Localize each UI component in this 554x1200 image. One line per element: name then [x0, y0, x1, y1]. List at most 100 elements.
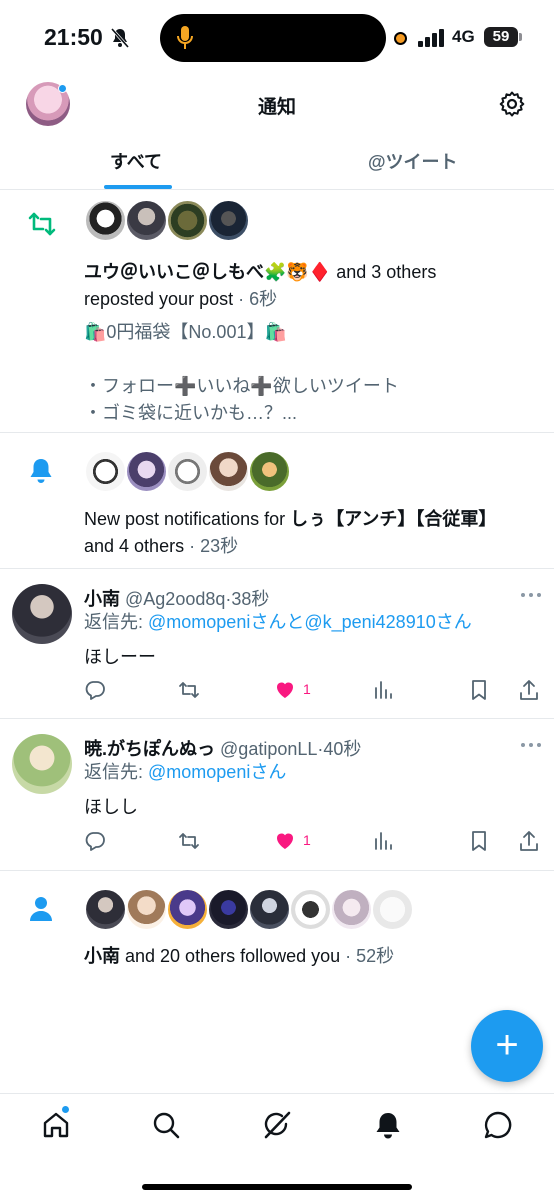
- handle[interactable]: @Ag2ood8q: [125, 589, 225, 609]
- avatar[interactable]: [84, 888, 127, 931]
- avatar[interactable]: [125, 450, 168, 493]
- avatar[interactable]: [12, 584, 72, 644]
- mention-link[interactable]: @k_peni428910: [304, 612, 435, 632]
- tweet-actions: 1: [84, 830, 544, 854]
- tweet[interactable]: 小南 @Ag2ood8q·38秒 返信先: @momopeniさんと@k_pen…: [0, 569, 554, 719]
- page-title: 通知: [257, 97, 296, 118]
- reply-label: 返信先:: [84, 612, 149, 632]
- tweet-header: 小南 @Ag2ood8q·38秒: [84, 589, 270, 609]
- retweet-icon[interactable]: [178, 830, 200, 852]
- mention-link[interactable]: @momopeni: [148, 612, 250, 632]
- grok-icon[interactable]: [262, 1110, 292, 1140]
- like-count: 1: [303, 832, 311, 848]
- reply-suffix: さん: [250, 762, 287, 782]
- avatar[interactable]: [207, 888, 250, 931]
- like-count: 1: [303, 681, 311, 697]
- search-icon[interactable]: [151, 1110, 181, 1140]
- avatar[interactable]: [166, 199, 209, 242]
- bell-off-icon: [110, 28, 130, 48]
- reply-icon[interactable]: [84, 830, 106, 852]
- tab-all[interactable]: すべて: [110, 148, 162, 174]
- compose-button[interactable]: +: [471, 1010, 543, 1082]
- reply-connector: さんと: [250, 612, 305, 632]
- avatar[interactable]: [289, 888, 332, 931]
- mention-link[interactable]: @momopeni: [148, 762, 250, 782]
- avatar[interactable]: [84, 199, 127, 242]
- mic-icon: [177, 26, 193, 49]
- home-indicator: [142, 1184, 412, 1190]
- tweet[interactable]: 暁.がちぽんぬっ @gatiponLL·40秒 返信先: @momopeniさん…: [0, 719, 554, 871]
- home-icon[interactable]: [41, 1110, 71, 1140]
- avatar-notification-dot: [58, 84, 67, 93]
- notification-new-post[interactable]: New post notifications for しぅ【アンチ】【合従軍】 …: [0, 433, 554, 569]
- network-type: 4G: [452, 27, 475, 46]
- post-line: ・フォロー➕いいね➕欲しいツイート: [84, 376, 399, 396]
- reply-context: 返信先: @momopeniさん: [84, 759, 286, 786]
- avatar[interactable]: [84, 450, 127, 493]
- timestamp: 40秒: [323, 739, 362, 759]
- notification-follow[interactable]: 小南 and 20 others followed you · 52秒: [0, 871, 554, 981]
- notification-text: ユウ＠いいこ＠しもべ🧩🐯♦️ and 3 others reposted you…: [84, 262, 437, 309]
- bookmark-icon[interactable]: [468, 830, 490, 852]
- follow-text: and 20 others followed you: [120, 946, 341, 966]
- avatar[interactable]: [125, 888, 168, 931]
- timestamp: 23秒: [200, 536, 239, 556]
- header: 通知: [0, 76, 554, 136]
- avatar-group: [84, 450, 291, 493]
- share-icon[interactable]: [518, 830, 540, 852]
- notifications-icon[interactable]: [373, 1110, 403, 1140]
- avatar[interactable]: [371, 888, 414, 931]
- reply-icon[interactable]: [84, 679, 106, 701]
- notification-prefix: New post notifications for: [84, 509, 291, 529]
- tab-mentions[interactable]: @ツイート: [368, 148, 458, 174]
- handle[interactable]: @gatiponLL: [220, 739, 317, 759]
- reply-suffix: さん: [435, 612, 472, 632]
- reply-context: 返信先: @momopeniさんと@k_peni428910さん: [84, 609, 472, 636]
- recording-indicator: [394, 32, 407, 45]
- avatar[interactable]: [12, 734, 72, 794]
- actor-names[interactable]: しぅ【アンチ】【合従軍】: [290, 509, 496, 529]
- tweet-actions: 1: [84, 679, 544, 703]
- action-text: reposted your post: [84, 289, 234, 309]
- tab-bar: すべて @ツイート: [0, 140, 554, 190]
- avatar-group: [84, 888, 414, 931]
- display-name[interactable]: 暁.がちぽんぬっ: [84, 739, 215, 759]
- bookmark-icon[interactable]: [468, 679, 490, 701]
- gear-icon[interactable]: [498, 90, 526, 118]
- avatar[interactable]: [166, 450, 209, 493]
- views-icon[interactable]: [372, 830, 394, 852]
- actor-names[interactable]: 小南: [84, 946, 120, 966]
- timestamp: 38秒: [231, 589, 270, 609]
- more-icon[interactable]: [520, 741, 542, 749]
- avatar[interactable]: [207, 450, 250, 493]
- tweet-header: 暁.がちぽんぬっ @gatiponLL·40秒: [84, 739, 362, 759]
- retweet-icon[interactable]: [178, 679, 200, 701]
- quoted-post[interactable]: 🛍️0円福袋【No.001】🛍️ ・フォロー➕いいね➕欲しいツイート ・ゴミ袋に…: [84, 319, 524, 427]
- person-icon: [30, 897, 52, 921]
- tweet-body: ほしーー: [84, 647, 156, 667]
- heart-icon[interactable]: [274, 830, 296, 852]
- notification-repost[interactable]: ユウ＠いいこ＠しもべ🧩🐯♦️ and 3 others reposted you…: [0, 191, 554, 433]
- avatar[interactable]: [248, 888, 291, 931]
- post-line: ・ゴミ袋に近いかも…？...: [84, 403, 298, 423]
- more-icon[interactable]: [520, 591, 542, 599]
- bell-icon: [30, 459, 52, 483]
- views-icon[interactable]: [372, 679, 394, 701]
- status-bar: 21:50 4G 59: [0, 0, 554, 76]
- avatar[interactable]: [248, 450, 291, 493]
- others-count: and 3 others: [331, 262, 437, 282]
- others-count: and 4 others: [84, 536, 185, 556]
- avatar[interactable]: [207, 199, 250, 242]
- plus-icon: +: [495, 1023, 519, 1067]
- actor-names[interactable]: ユウ＠いいこ＠しもべ🧩🐯♦️: [84, 262, 331, 282]
- reply-label: 返信先:: [84, 762, 149, 782]
- heart-icon[interactable]: [274, 679, 296, 701]
- avatar[interactable]: [166, 888, 209, 931]
- messages-icon[interactable]: [483, 1110, 513, 1140]
- home-notification-dot: [61, 1105, 70, 1114]
- share-icon[interactable]: [518, 679, 540, 701]
- avatar[interactable]: [125, 199, 168, 242]
- tweet-body: ほしし: [84, 797, 138, 817]
- avatar[interactable]: [330, 888, 373, 931]
- display-name[interactable]: 小南: [84, 589, 120, 609]
